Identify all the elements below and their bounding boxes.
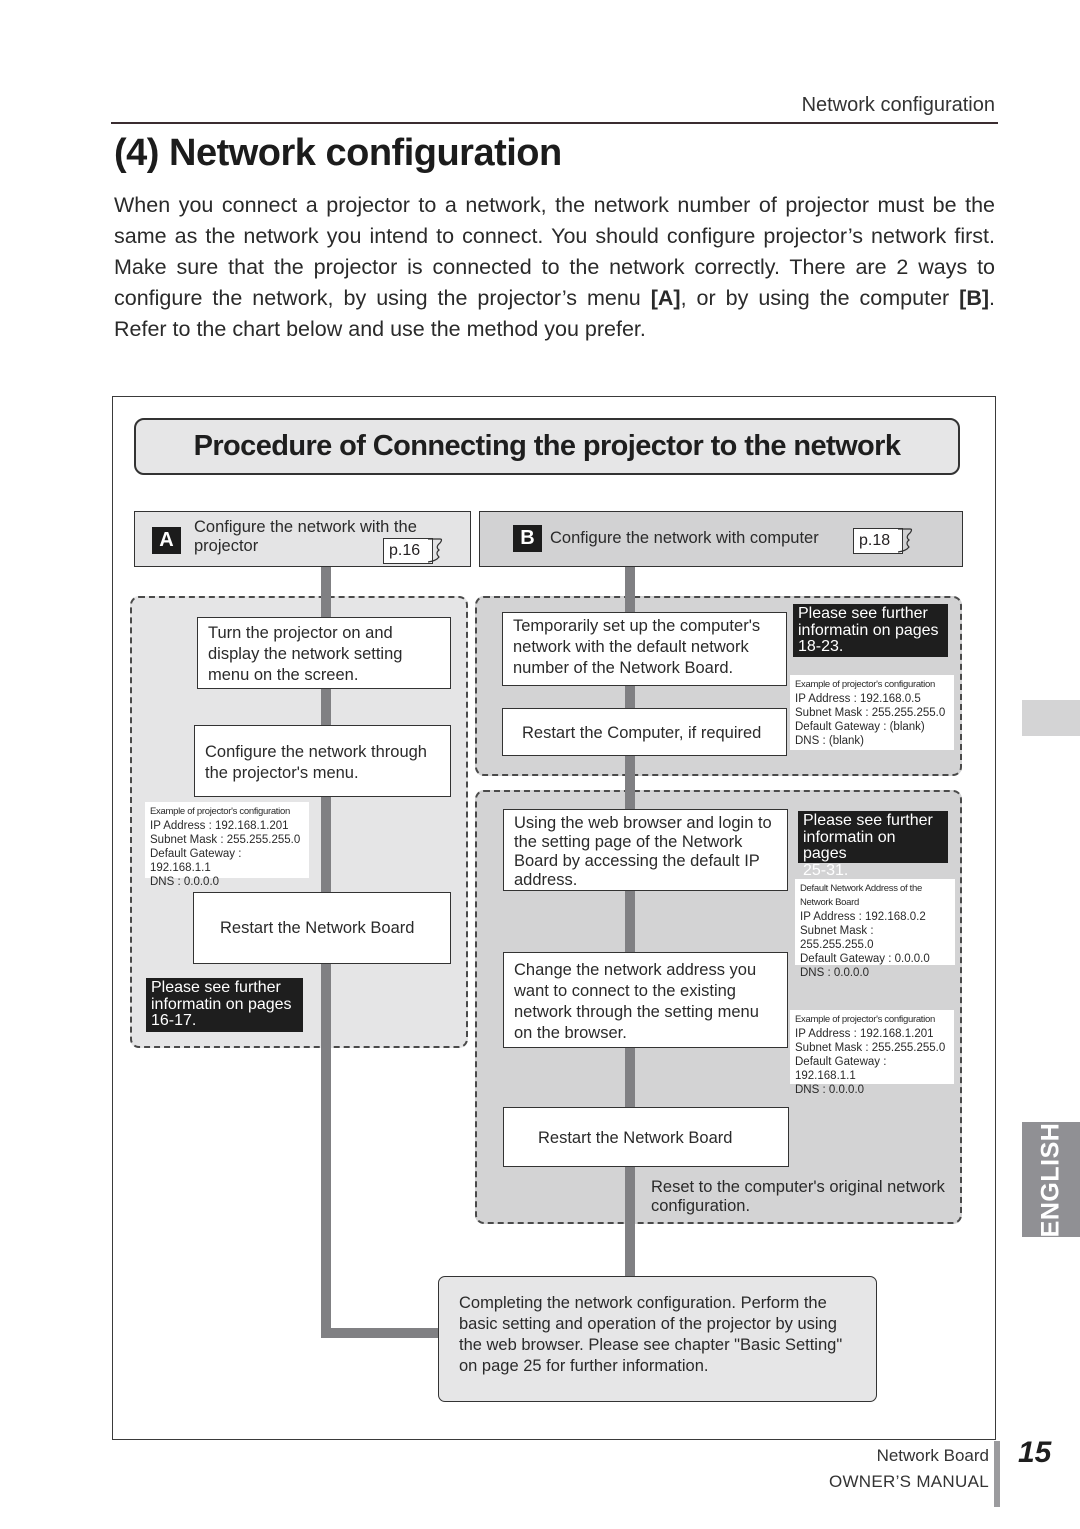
config-line: Subnet Mask : 255.255.255.0 bbox=[150, 834, 301, 846]
step-b5: Restart the Network Board bbox=[503, 1107, 789, 1167]
reset-note: Reset to the computer's original network… bbox=[651, 1178, 945, 1215]
intro-text-2: , or by using the computer bbox=[680, 286, 960, 310]
config-line: Subnet Mask : 255.255.255.0 bbox=[795, 1042, 946, 1054]
config-example-a: Example of projector's configuration IP … bbox=[145, 802, 309, 888]
method-b-label: Configure the network with computer bbox=[550, 529, 819, 547]
config-line: Default Gateway : 0.0.0.0 bbox=[800, 953, 930, 965]
method-a-header: A Configure the network with the project… bbox=[134, 511, 471, 567]
config-line: DNS : 0.0.0.0 bbox=[795, 1084, 865, 1096]
default-address-b: Default Network Address of the Network B… bbox=[795, 879, 955, 979]
note-a: Please see further informatin on pages 1… bbox=[146, 978, 303, 1032]
ref-b: [B] bbox=[959, 286, 990, 310]
page-ref-b-text: p.18 bbox=[859, 532, 891, 549]
config-example-b2: Example of projector's configuration IP … bbox=[790, 1010, 954, 1096]
final-step: Completing the network configuration. Pe… bbox=[438, 1276, 877, 1402]
config-line: Default Gateway : 192.168.1.1 bbox=[150, 848, 242, 874]
config-line: IP Address : 192.168.0.5 bbox=[795, 693, 921, 705]
note-line: Please see further bbox=[803, 812, 933, 829]
note-line: informatin on pages bbox=[803, 828, 896, 862]
note-line: informatin on pages bbox=[798, 621, 939, 639]
footer-bar bbox=[994, 1441, 1000, 1507]
config-line: Default Gateway : 192.168.1.1 bbox=[795, 1056, 887, 1082]
running-head: Network configuration bbox=[801, 94, 995, 116]
note-b2: Please see further informatin on pages 2… bbox=[798, 811, 948, 878]
config-line: IP Address : 192.168.0.2 bbox=[800, 911, 926, 923]
note-line: 18-23. bbox=[798, 638, 844, 655]
page-tab-icon bbox=[428, 538, 443, 563]
connector-a-horizontal bbox=[321, 1328, 441, 1338]
ref-a: [A] bbox=[650, 286, 681, 310]
page-number: 15 bbox=[1018, 1436, 1052, 1469]
step-b2: Restart the Computer, if required bbox=[502, 708, 787, 756]
config-caption: Example of projector's configuration bbox=[795, 679, 935, 690]
page-ref-a-text: p.16 bbox=[389, 542, 421, 559]
footer-manual: OWNER’S MANUAL bbox=[828, 1472, 989, 1491]
note-line: 16-17. bbox=[151, 1012, 197, 1029]
page-tab-icon bbox=[898, 528, 913, 553]
config-caption: Example of projector's configuration bbox=[150, 806, 290, 817]
config-caption: Default Network Address of the Network B… bbox=[800, 883, 922, 908]
chart-title: Procedure of Connecting the projector to… bbox=[134, 418, 960, 475]
config-line: DNS : 0.0.0.0 bbox=[150, 876, 220, 888]
config-caption: Example of projector's configuration bbox=[795, 1014, 935, 1025]
intro-paragraph: When you connect a projector to a networ… bbox=[114, 190, 995, 345]
method-b-header: B Configure the network with computer p.… bbox=[479, 511, 963, 567]
note-line: informatin on pages bbox=[151, 995, 292, 1013]
step-b4: Change the network address you want to c… bbox=[503, 952, 788, 1048]
page-ref-b[interactable]: p.18 bbox=[853, 528, 913, 554]
badge-a: A bbox=[152, 527, 181, 554]
config-line: Subnet Mask : 255.255.255.0 bbox=[800, 925, 874, 951]
step-a3: Restart the Network Board bbox=[193, 892, 451, 964]
note-line: Please see further bbox=[798, 605, 928, 622]
step-b1: Temporarily set up the computer's networ… bbox=[502, 612, 787, 686]
config-line: IP Address : 192.168.1.201 bbox=[795, 1028, 934, 1040]
step-a1: Turn the projector on and display the ne… bbox=[197, 617, 451, 689]
language-tab[interactable]: ENGLISH bbox=[1022, 1122, 1080, 1237]
chart-title-text: Procedure of Connecting the projector to… bbox=[193, 430, 901, 462]
step-a2: Configure the network through the projec… bbox=[194, 725, 451, 797]
side-tab-grey bbox=[1022, 700, 1080, 736]
config-line: Subnet Mask : 255.255.255.0 bbox=[795, 707, 946, 719]
page-title: (4) Network configuration bbox=[114, 132, 562, 174]
method-a-label-line1: Configure the network with the bbox=[194, 518, 417, 536]
config-example-b1: Example of projector's configuration IP … bbox=[790, 675, 954, 750]
config-line: Default Gateway : (blank) bbox=[795, 721, 925, 733]
config-line: DNS : (blank) bbox=[795, 735, 865, 747]
page-ref-a[interactable]: p.16 bbox=[383, 538, 443, 564]
step-b3: Using the web browser and login to the s… bbox=[503, 809, 788, 891]
note-line: 25-31. bbox=[803, 861, 849, 879]
header-rule bbox=[111, 122, 998, 124]
note-line: Please see further bbox=[151, 979, 281, 996]
config-line: IP Address : 192.168.1.201 bbox=[150, 820, 289, 832]
footer-product: Network Board bbox=[876, 1446, 989, 1465]
badge-b: B bbox=[513, 525, 542, 552]
note-b1: Please see further informatin on pages 1… bbox=[793, 604, 948, 657]
language-tab-label: ENGLISH bbox=[1036, 1122, 1065, 1237]
config-line: DNS : 0.0.0.0 bbox=[800, 967, 870, 979]
